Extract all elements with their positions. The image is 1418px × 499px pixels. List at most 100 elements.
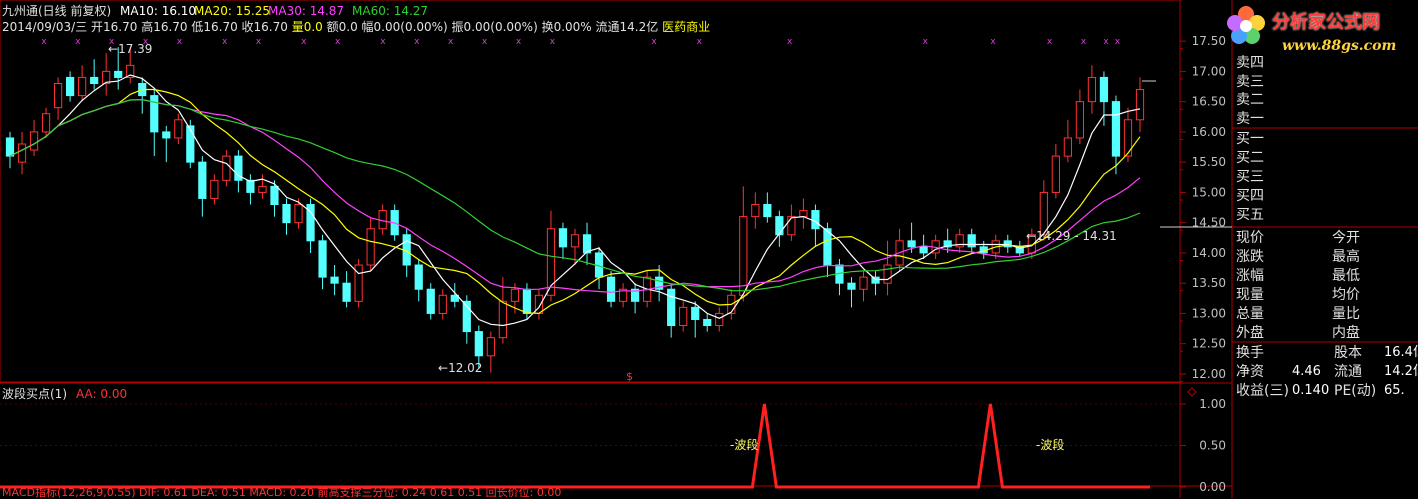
price-tick-label: 12.00 xyxy=(1192,367,1226,381)
candle-body xyxy=(823,228,832,266)
quote-right-1: 最高 xyxy=(1332,249,1360,265)
candle-body xyxy=(558,228,568,248)
signal-x-mark: x xyxy=(75,37,81,47)
candle-body xyxy=(114,70,123,78)
quote-right-2: 最低 xyxy=(1332,268,1360,284)
candle-body xyxy=(919,246,928,254)
price-tick-label: 13.00 xyxy=(1192,306,1226,320)
quote-left-5: 外盘 xyxy=(1236,325,1264,341)
dollar-mark: $ xyxy=(626,370,633,383)
candle-body xyxy=(763,204,772,218)
volume-text: 量0.0 xyxy=(291,20,323,34)
candle-body xyxy=(342,282,351,302)
sell-level-4: 卖一 xyxy=(1236,110,1264,127)
quote-info-line: 2014/09/03/三 开16.70 高16.70 低16.70 收16.70… xyxy=(2,20,710,34)
candle-body xyxy=(703,318,712,327)
signal-label-1: -波段 xyxy=(730,438,759,452)
candle-body xyxy=(883,264,892,284)
indicator-tick-label: 1.00 xyxy=(1199,397,1226,411)
candle-body xyxy=(90,76,99,84)
diamond-icon[interactable] xyxy=(1187,387,1197,397)
macd-bar: MACD指标(12,26,9,0.55) DIF: 0.61 DEA: 0.51… xyxy=(2,486,562,499)
candle-body xyxy=(474,331,483,357)
price-tick-label: 17.50 xyxy=(1192,34,1226,48)
ma60-label: MA60: 14.27 xyxy=(352,4,429,18)
quote-left-4: 总量 xyxy=(1236,306,1264,322)
candle-body xyxy=(1051,155,1060,193)
buy-level-1: 买一 xyxy=(1236,131,1264,147)
indicator-title: 波段买点(1) xyxy=(2,387,67,401)
signal-x-mark: x xyxy=(787,37,793,47)
candle-body xyxy=(366,228,375,266)
high-price-value: 17.39 xyxy=(118,42,153,56)
stat-label: 收益(三) xyxy=(1236,383,1289,399)
stat-value: 4.46 xyxy=(1292,364,1321,379)
stat-label-2: PE(动) xyxy=(1334,383,1377,399)
range-label: ←14.29 - 14.31 xyxy=(1026,229,1117,243)
quote-right-5: 内盘 xyxy=(1332,325,1360,341)
candle-body xyxy=(859,276,868,290)
candle-body xyxy=(570,234,580,248)
candle-body xyxy=(53,82,63,109)
candle-body xyxy=(318,240,327,278)
candle-body xyxy=(679,306,688,327)
signal-x-mark: x xyxy=(41,37,47,47)
low-price-value: 12.02 xyxy=(448,361,483,375)
stat-label: 净资 xyxy=(1236,364,1264,380)
signal-x-mark: x xyxy=(380,37,386,47)
indicator-aa: AA: 0.00 xyxy=(76,387,128,401)
price-tick-label: 14.00 xyxy=(1192,246,1226,260)
candle-body xyxy=(739,216,748,296)
candle-body xyxy=(294,204,303,224)
moving-average-lines xyxy=(9,74,1141,327)
candle-body xyxy=(667,288,676,327)
candle-body xyxy=(1135,89,1145,121)
stat-value: 0.140 xyxy=(1292,383,1330,398)
signal-label-text: 波段 xyxy=(1040,438,1065,452)
candle-body xyxy=(811,210,820,230)
buy-level-2: 买二 xyxy=(1236,150,1264,166)
price-tick-label: 15.00 xyxy=(1192,185,1226,199)
signal-x-mark: x xyxy=(1103,37,1109,47)
candle-body xyxy=(1111,101,1121,157)
candlestick-series xyxy=(5,47,1145,373)
signal-x-mark: x xyxy=(222,37,228,47)
candle-body xyxy=(787,216,796,236)
quote-right-0: 今开 xyxy=(1332,230,1360,246)
quote-right-4: 量比 xyxy=(1332,306,1360,322)
price-tick-label: 13.50 xyxy=(1192,276,1226,290)
candle-body xyxy=(210,179,219,199)
sector-text: 医药商业 xyxy=(662,20,711,34)
ma10-line xyxy=(9,74,1141,327)
price-tick-label: 16.50 xyxy=(1192,95,1226,109)
candle-body xyxy=(907,240,916,248)
price-tick-label: 16.00 xyxy=(1192,125,1226,139)
candle-body xyxy=(498,300,507,339)
ma10-label: MA10: 16.10 xyxy=(120,4,197,18)
signal-marks: xxxxxxxxxxxxxxxxxxxxxxxx xyxy=(41,37,1121,47)
signal-x-mark: x xyxy=(1047,37,1053,47)
stat-label-2: 股本 xyxy=(1334,345,1362,361)
range-value: 14.29 - 14.31 xyxy=(1036,229,1117,243)
price-tick-label: 15.50 xyxy=(1192,155,1226,169)
candle-body xyxy=(847,282,856,290)
quote-left-2: 涨幅 xyxy=(1236,268,1264,284)
low-price-label: ←12.02 xyxy=(438,361,483,375)
candle-body xyxy=(414,264,423,290)
sell-level-1: 卖四 xyxy=(1236,55,1264,71)
signal-x-mark: x xyxy=(335,37,341,47)
indicator-tick-label: 0.00 xyxy=(1199,480,1226,494)
chart-title: 九州通(日线 前复权) xyxy=(2,4,112,18)
candle-body xyxy=(5,137,15,157)
signal-x-mark: x xyxy=(697,37,703,47)
buy-level-3: 买三 xyxy=(1236,169,1264,185)
signal-x-mark: x xyxy=(1081,37,1087,47)
candle-body xyxy=(510,288,519,302)
high-price-label: ←17.39 xyxy=(108,42,153,56)
price-tick-label: 14.50 xyxy=(1192,216,1226,230)
candle-body xyxy=(41,113,51,133)
flower-logo-icon xyxy=(1227,6,1265,44)
candle-body xyxy=(270,185,279,206)
main-chart-frame xyxy=(0,0,1181,383)
signal-x-mark: x xyxy=(651,37,657,47)
